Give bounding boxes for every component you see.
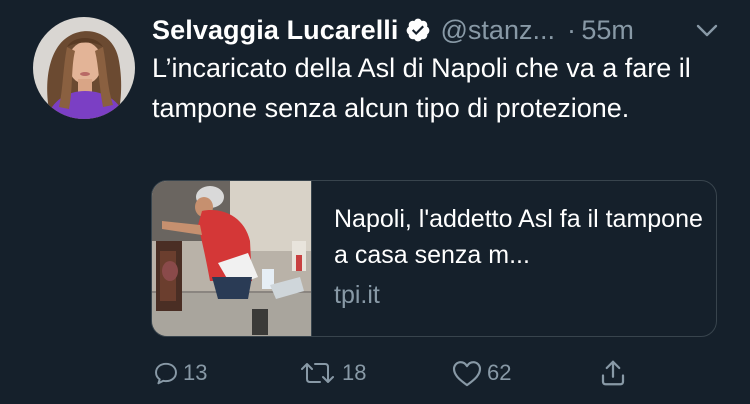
card-thumbnail — [152, 181, 312, 336]
reply-button[interactable]: 13 — [153, 355, 207, 391]
reply-icon — [153, 360, 179, 386]
like-count: 62 — [487, 360, 512, 385]
timestamp-separator: · — [566, 14, 576, 45]
card-domain: tpi.it — [334, 281, 380, 309]
retweet-icon — [298, 360, 338, 386]
share-button[interactable] — [598, 355, 628, 391]
author-name[interactable]: Selvaggia Lucarelli — [152, 15, 399, 46]
tweet[interactable]: Selvaggia Lucarelli @stanz... · 55m L’in… — [0, 0, 750, 404]
verified-icon — [405, 17, 431, 43]
tweet-text: L’incaricato della Asl di Napoli che va … — [152, 53, 691, 123]
retweet-count: 18 — [342, 360, 367, 385]
author-handle[interactable]: @stanz... — [441, 15, 555, 46]
like-button[interactable]: 62 — [451, 355, 511, 391]
like-icon — [451, 359, 483, 387]
chevron-down-icon[interactable] — [695, 22, 719, 40]
share-icon — [598, 358, 628, 388]
reply-count: 13 — [183, 360, 208, 385]
avatar[interactable] — [33, 17, 135, 119]
tweet-header: Selvaggia Lucarelli @stanz... · 55m — [152, 12, 634, 48]
card-title: Napoli, l'addetto Asl fa il tampone a ca… — [334, 205, 703, 269]
link-card[interactable]: Napoli, l'addetto Asl fa il tampone a ca… — [151, 180, 717, 337]
tweet-actions: 13 18 62 — [0, 355, 750, 391]
retweet-button[interactable]: 18 — [298, 355, 366, 391]
tweet-timestamp[interactable]: · 55m — [567, 15, 634, 46]
timestamp-value: 55m — [581, 14, 634, 45]
